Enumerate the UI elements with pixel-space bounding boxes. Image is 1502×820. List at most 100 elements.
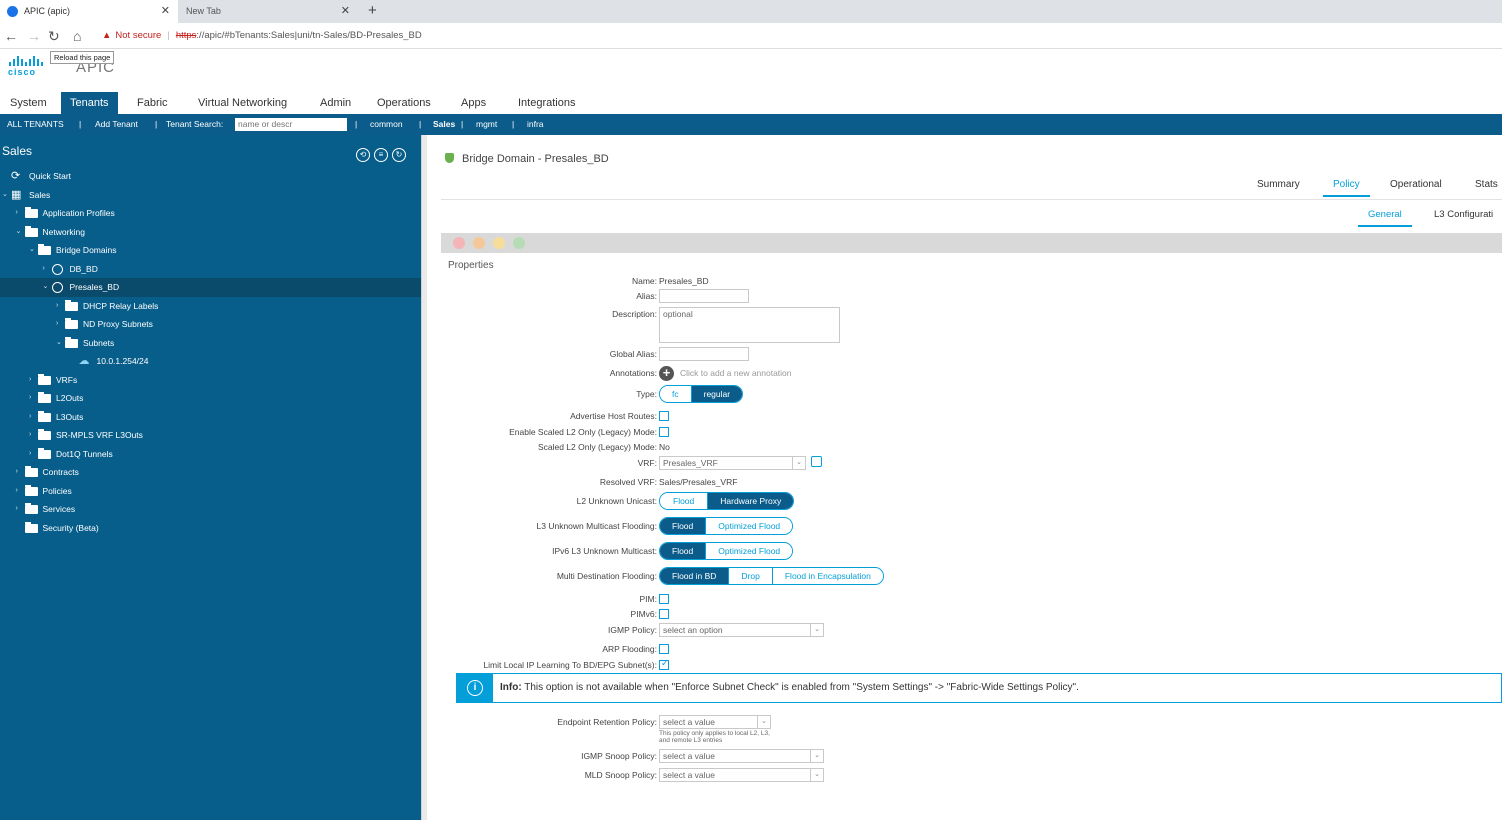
tree-node[interactable]: › L2Outs [0, 389, 421, 408]
pim-checkbox[interactable] [659, 594, 669, 604]
collapse-chevron-icon[interactable]: › [16, 500, 18, 519]
tree-node[interactable]: ⟳ Quick Start [0, 167, 421, 186]
tree-node[interactable]: › ND Proxy Subnets [0, 315, 421, 334]
new-tab-button[interactable]: + [368, 0, 377, 22]
minor-fault-icon[interactable] [493, 237, 505, 249]
tree-node[interactable]: › DHCP Relay Labels [0, 297, 421, 316]
add-tenant-link[interactable]: Add Tenant [95, 114, 138, 135]
multidest-option-flood-in-bd[interactable]: Flood in BD [660, 568, 730, 584]
collapse-chevron-icon[interactable]: › [29, 408, 31, 427]
expand-chevron-icon[interactable]: ⌄ [29, 241, 35, 260]
expand-chevron-icon[interactable]: ⌄ [16, 223, 22, 242]
tree-node[interactable]: ⌄ Subnets [0, 334, 421, 353]
nav-system[interactable]: System [1, 92, 56, 114]
l2-option-flood[interactable]: Flood [660, 493, 709, 509]
nav-operations[interactable]: Operations [368, 92, 440, 114]
nav-fabric[interactable]: Fabric [128, 92, 177, 114]
alias-input[interactable] [659, 289, 749, 303]
ipv6-option-optimized-flood[interactable]: Optimized Flood [706, 543, 793, 559]
ipv6-option-flood[interactable]: Flood [660, 543, 707, 559]
tab-l3-configurations[interactable]: L3 Configurati [1434, 209, 1493, 220]
warning-fault-icon[interactable] [513, 237, 525, 249]
collapse-chevron-icon[interactable]: › [56, 297, 58, 316]
tenant-search-input[interactable] [235, 118, 347, 131]
back-arrow-icon[interactable]: ← [4, 27, 18, 45]
nav-tenants[interactable]: Tenants [61, 92, 118, 114]
tree-node[interactable]: › L3Outs [0, 408, 421, 427]
collapse-chevron-icon[interactable]: › [43, 260, 45, 279]
tree-node[interactable]: ⌄ Bridge Domains [0, 241, 421, 260]
collapse-chevron-icon[interactable]: › [29, 426, 31, 445]
browser-tab-new[interactable]: New Tab ✕ [180, 0, 358, 23]
l3-option-flood[interactable]: Flood [660, 518, 707, 534]
tree-node[interactable]: ⌄ Networking [0, 223, 421, 242]
collapse-chevron-icon[interactable]: › [29, 371, 31, 390]
browser-tab-apic[interactable]: APIC (apic) ✕ [0, 0, 178, 23]
nav-integrations[interactable]: Integrations [509, 92, 584, 114]
tab-summary[interactable]: Summary [1257, 179, 1300, 190]
collapse-tree-icon[interactable]: ⟲ [356, 148, 370, 162]
vrf-select[interactable]: Presales_VRF ⌄ [659, 456, 806, 470]
url-field[interactable]: ▲ Not secure | https://apic/#bTenants:Sales… [102, 27, 422, 45]
collapse-chevron-icon[interactable]: › [29, 445, 31, 464]
limit-ip-learning-checkbox[interactable] [659, 658, 669, 670]
expand-chevron-icon[interactable]: ⌄ [56, 334, 62, 353]
tree-node[interactable]: › Services [0, 500, 421, 519]
igmp-policy-select[interactable]: select an option ⌄ [659, 623, 824, 637]
tree-node[interactable]: ⌄ ▦ Sales [0, 186, 421, 205]
tree-options-icon[interactable]: ≡ [374, 148, 388, 162]
l2-option-hardware-proxy[interactable]: Hardware Proxy [708, 493, 794, 509]
tree-node[interactable]: Security (Beta) [0, 519, 421, 538]
tree-node[interactable]: › Dot1Q Tunnels [0, 445, 421, 464]
igmp-snoop-select[interactable]: select a value ⌄ [659, 749, 824, 763]
all-tenants-link[interactable]: ALL TENANTS [7, 114, 64, 135]
type-option-fc[interactable]: fc [660, 386, 692, 402]
tree-node[interactable]: › Application Profiles [0, 204, 421, 223]
expand-chevron-icon[interactable]: ⌄ [43, 278, 49, 297]
tab-stats[interactable]: Stats [1475, 179, 1498, 190]
tree-node[interactable]: › Contracts [0, 463, 421, 482]
critical-fault-icon[interactable] [453, 237, 465, 249]
close-tab-icon[interactable]: ✕ [161, 0, 170, 23]
tab-operational[interactable]: Operational [1390, 179, 1442, 190]
collapse-chevron-icon[interactable]: › [29, 389, 31, 408]
add-annotation-hint[interactable]: Click to add a new annotation [680, 368, 792, 378]
tree-node[interactable]: › SR-MPLS VRF L3Outs [0, 426, 421, 445]
collapse-chevron-icon[interactable]: › [16, 482, 18, 501]
tree-node[interactable]: ⌄ Presales_BD [0, 278, 421, 297]
tree-node[interactable]: ☁ 10.0.1.254/24 [0, 352, 421, 371]
home-icon[interactable]: ⌂ [73, 27, 81, 45]
advertise-host-routes-checkbox[interactable] [659, 411, 669, 421]
forward-arrow-icon[interactable]: → [27, 27, 41, 45]
global-alias-input[interactable] [659, 347, 749, 361]
major-fault-icon[interactable] [473, 237, 485, 249]
nav-virtual-networking[interactable]: Virtual Networking [189, 92, 296, 114]
tree-node[interactable]: › VRFs [0, 371, 421, 390]
reload-icon[interactable]: ↻ [48, 27, 60, 45]
open-vrf-icon[interactable] [811, 456, 822, 467]
tenant-common-link[interactable]: common [370, 114, 403, 135]
tree-node[interactable]: › DB_BD [0, 260, 421, 279]
tenant-infra-link[interactable]: infra [527, 114, 544, 135]
refresh-icon[interactable]: ↻ [392, 148, 406, 162]
arp-flooding-checkbox[interactable] [659, 644, 669, 654]
enable-scaled-l2-checkbox[interactable] [659, 427, 669, 437]
expand-chevron-icon[interactable]: ⌄ [2, 186, 8, 205]
l3-option-optimized-flood[interactable]: Optimized Flood [706, 518, 793, 534]
type-option-regular[interactable]: regular [691, 386, 743, 402]
collapse-chevron-icon[interactable]: › [16, 463, 18, 482]
tab-policy[interactable]: Policy [1323, 179, 1370, 197]
multidest-option-drop[interactable]: Drop [729, 568, 773, 584]
collapse-chevron-icon[interactable]: › [16, 204, 18, 223]
tenant-sales-link[interactable]: Sales [433, 114, 455, 135]
add-annotation-icon[interactable]: + [659, 366, 674, 381]
endpoint-retention-select[interactable]: select a value ⌄ [659, 715, 771, 729]
close-tab-icon[interactable]: ✕ [341, 0, 350, 23]
mld-snoop-select[interactable]: select a value ⌄ [659, 768, 824, 782]
multidest-option-flood-in-encap[interactable]: Flood in Encapsulation [772, 568, 883, 584]
tree-node[interactable]: › Policies [0, 482, 421, 501]
nav-admin[interactable]: Admin [311, 92, 360, 114]
pimv6-checkbox[interactable] [659, 609, 669, 619]
tenant-mgmt-link[interactable]: mgmt [476, 114, 497, 135]
collapse-chevron-icon[interactable]: › [56, 315, 58, 334]
